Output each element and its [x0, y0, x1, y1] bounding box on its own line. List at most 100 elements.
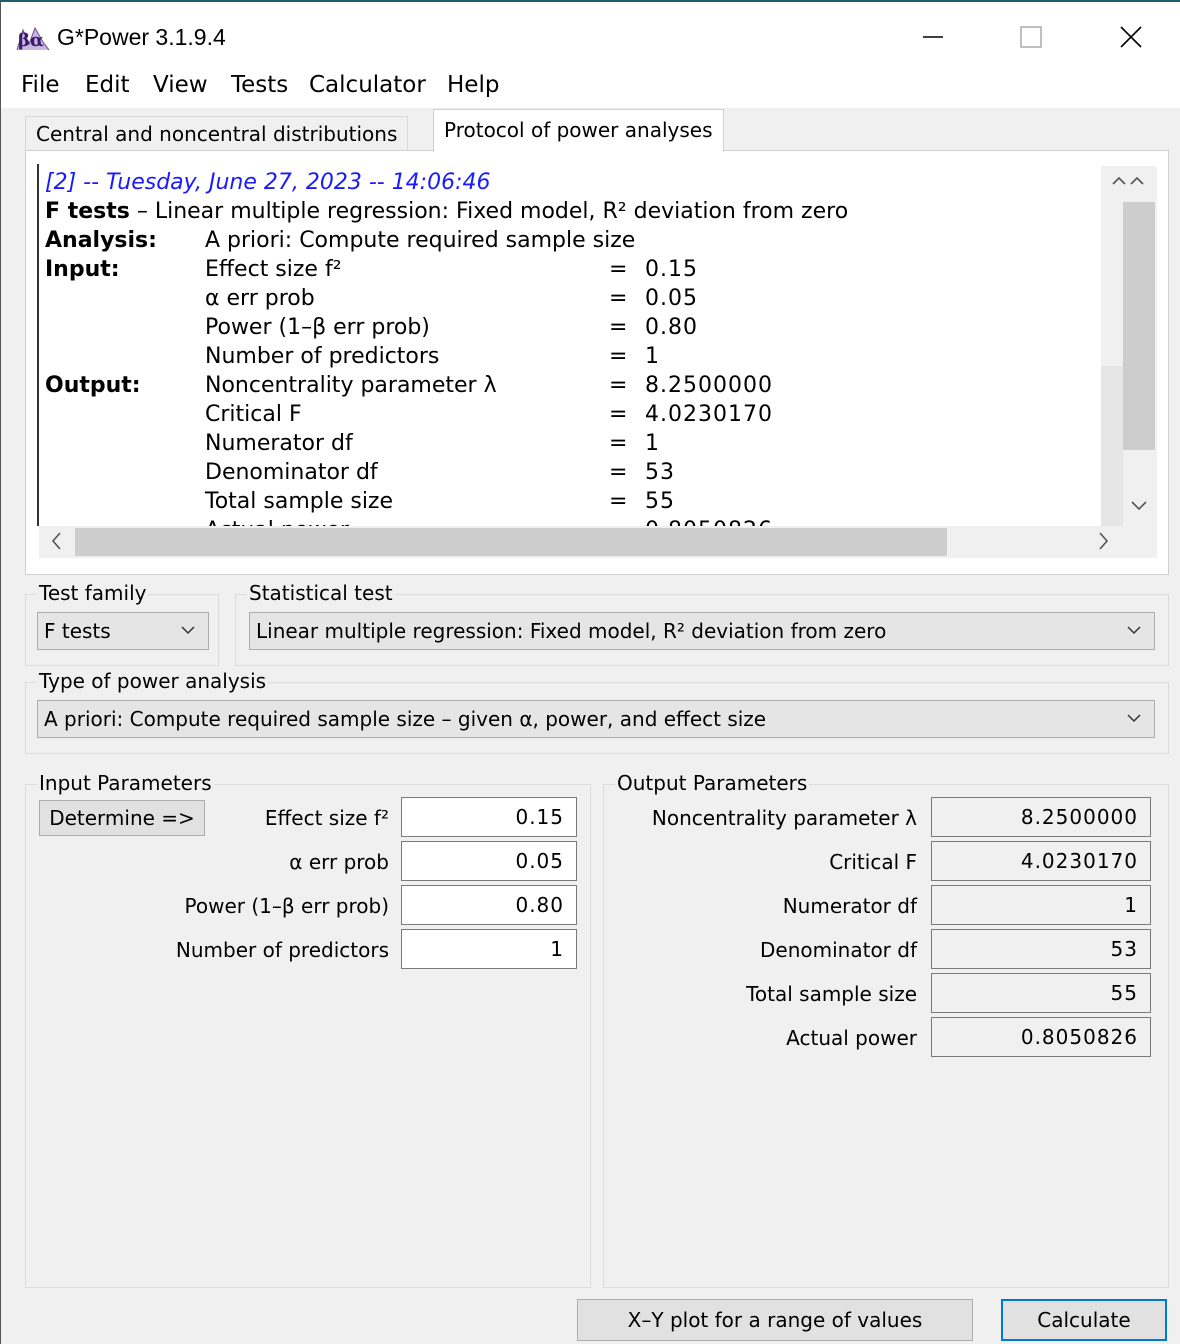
chevron-down-icon: [1126, 701, 1142, 737]
denominator-df-label: Denominator df: [760, 938, 917, 962]
close-button[interactable]: [1091, 12, 1171, 62]
noncentrality-parameter-output: 8.2500000: [931, 797, 1151, 837]
protocol-output-key: Noncentrality parameter λ: [205, 373, 497, 398]
power-label: Power (1–β err prob): [184, 894, 389, 918]
statistical-test-label: Statistical test: [247, 581, 395, 605]
protocol-equals: =: [609, 344, 628, 369]
scroll-right-icon[interactable]: [1093, 530, 1113, 557]
test-family-select[interactable]: F tests: [37, 612, 209, 650]
protocol-index: [2]: [45, 170, 77, 195]
horizontal-scroll-thumb[interactable]: [75, 528, 947, 556]
scroll-left-icon[interactable]: [47, 530, 67, 557]
close-icon: [1120, 26, 1142, 48]
menu-tests[interactable]: Tests: [231, 72, 288, 98]
tab-protocol[interactable]: Protocol of power analyses: [433, 109, 724, 152]
protocol-output-key: Critical F: [205, 402, 302, 427]
protocol-analysis-value: A priori: Compute required sample size: [205, 228, 636, 253]
protocol-input-value: 0.15: [645, 257, 698, 282]
statistical-test-select[interactable]: Linear multiple regression: Fixed model,…: [249, 612, 1155, 650]
menu-view[interactable]: View: [153, 72, 208, 98]
test-family-label: Test family: [37, 581, 149, 605]
input-parameters-label: Input Parameters: [37, 771, 214, 795]
protocol-equals: =: [609, 402, 628, 427]
protocol-input-value: 1: [645, 344, 660, 369]
total-sample-size-output: 55: [931, 973, 1151, 1013]
noncentrality-parameter-label: Noncentrality parameter λ: [651, 806, 917, 830]
effect-size-input[interactable]: 0.15: [401, 797, 577, 837]
protocol-output-key: Numerator df: [205, 431, 353, 456]
scroll-up-icon[interactable]: [1111, 170, 1147, 195]
actual-power-output: 0.8050826: [931, 1017, 1151, 1057]
numerator-df-label: Numerator df: [782, 894, 917, 918]
protocol-equals: =: [609, 373, 628, 398]
protocol-output-value: 0.8050826: [645, 516, 773, 526]
calculate-button[interactable]: Calculate: [1001, 1299, 1167, 1341]
critical-f-output: 4.0230170: [931, 841, 1151, 881]
protocol-input-key: α err prob: [205, 286, 315, 311]
vertical-scroll-thumb[interactable]: [1123, 202, 1155, 450]
protocol-test-line: F tests – Linear multiple regression: Fi…: [45, 197, 848, 226]
scroll-down-icon[interactable]: [1129, 496, 1149, 521]
power-analysis-value: A priori: Compute required sample size –…: [44, 707, 767, 731]
statistical-test-value: Linear multiple regression: Fixed model,…: [256, 619, 887, 643]
protocol-input-key: Power (1–β err prob): [205, 315, 430, 340]
tab-central-noncentral[interactable]: Central and noncentral distributions: [25, 116, 409, 152]
protocol-equals: =: [609, 516, 627, 526]
menu-help[interactable]: Help: [447, 72, 499, 98]
numerator-df-output: 1: [931, 885, 1151, 925]
protocol-equals: =: [609, 489, 628, 514]
critical-f-label: Critical F: [829, 850, 917, 874]
protocol-output-value: 8.2500000: [645, 373, 773, 398]
protocol-output-value: 53: [645, 460, 675, 485]
protocol-date: -- Tuesday, June 27, 2023 -- 14:06:46: [83, 170, 491, 195]
protocol-equals: =: [609, 286, 628, 311]
menu-calculator[interactable]: Calculator: [309, 72, 426, 98]
maximize-button[interactable]: [991, 12, 1071, 62]
protocol-output-label: Output:: [45, 373, 141, 398]
maximize-icon: [1020, 26, 1042, 48]
scroll-track: [1101, 366, 1123, 526]
xy-plot-button[interactable]: X–Y plot for a range of values: [577, 1299, 973, 1341]
protocol-test-family: F tests: [45, 199, 130, 224]
protocol-analysis-label: Analysis:: [45, 228, 157, 253]
test-family-value: F tests: [44, 619, 111, 643]
protocol-equals: =: [609, 460, 628, 485]
minimize-icon: [923, 36, 943, 38]
protocol-header: [2] -- Tuesday, June 27, 2023 -- 14:06:4…: [45, 168, 491, 197]
protocol-horizontal-scrollbar[interactable]: [39, 526, 1157, 558]
effect-size-label: Effect size f²: [264, 806, 389, 830]
svg-text:βα: βα: [18, 30, 44, 51]
chevron-down-icon: [180, 613, 196, 649]
protocol-input-value: 0.80: [645, 315, 698, 340]
minimize-button[interactable]: [893, 12, 973, 62]
protocol-test-name: – Linear multiple regression: Fixed mode…: [129, 199, 849, 224]
chevron-down-icon: [1126, 613, 1142, 649]
beta-alpha-app-icon: βα: [16, 26, 50, 51]
protocol-input-key: Effect size f²: [205, 257, 342, 282]
gpower-window: βα G*Power 3.1.9.4 File Edit View Tests …: [0, 0, 1180, 1344]
alpha-err-prob-input[interactable]: 0.05: [401, 841, 577, 881]
power-analysis-label: Type of power analysis: [37, 669, 269, 693]
number-of-predictors-label: Number of predictors: [175, 938, 389, 962]
power-input[interactable]: 0.80: [401, 885, 577, 925]
protocol-equals: =: [609, 257, 628, 282]
menu-bar: File Edit View Tests Calculator Help: [1, 68, 1180, 108]
protocol-output-key: Total sample size: [205, 489, 394, 514]
menu-file[interactable]: File: [21, 72, 60, 98]
protocol-output-value: 1: [645, 431, 660, 456]
protocol-equals: =: [609, 315, 628, 340]
alpha-err-prob-label: α err prob: [289, 850, 389, 874]
title-bar: βα G*Power 3.1.9.4: [1, 2, 1180, 68]
menu-edit[interactable]: Edit: [85, 72, 130, 98]
protocol-output-value: 4.0230170: [645, 402, 773, 427]
window-title: G*Power 3.1.9.4: [57, 24, 226, 50]
protocol-text-area[interactable]: [2] -- Tuesday, June 27, 2023 -- 14:06:4…: [37, 164, 1122, 526]
protocol-vertical-scrollbar[interactable]: [1101, 166, 1157, 526]
power-analysis-select[interactable]: A priori: Compute required sample size –…: [37, 700, 1155, 738]
number-of-predictors-input[interactable]: 1: [401, 929, 577, 969]
denominator-df-output: 53: [931, 929, 1151, 969]
output-parameters-label: Output Parameters: [615, 771, 810, 795]
actual-power-label: Actual power: [786, 1026, 917, 1050]
total-sample-size-label: Total sample size: [746, 982, 917, 1006]
protocol-input-label: Input:: [45, 257, 120, 282]
